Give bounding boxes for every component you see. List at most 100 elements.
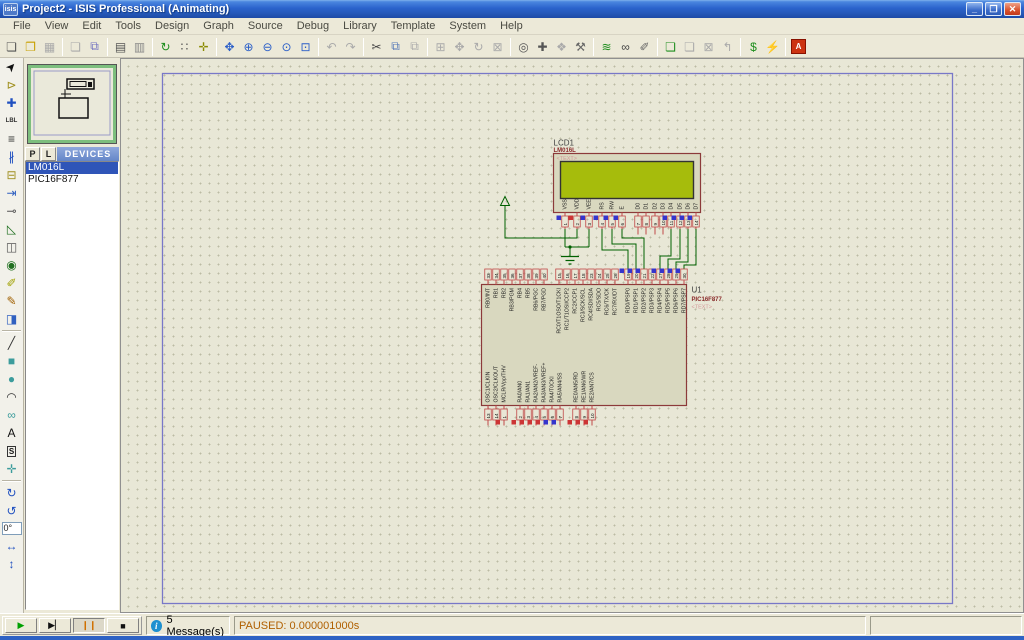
subcircuit-mode-button[interactable]: ⊟ (1, 166, 23, 184)
lcd-pin-D2[interactable]: D29 (652, 203, 659, 235)
wire[interactable] (612, 229, 636, 269)
2d-symbol-mode-button[interactable]: S (1, 442, 23, 460)
wire[interactable] (684, 229, 696, 269)
mcu-pin-RC7/RX/DT[interactable]: 26RC7/RX/DT (612, 269, 619, 315)
terminals-mode-button[interactable]: ⇥ (1, 184, 23, 202)
device-item-lm016l[interactable]: LM016L (26, 162, 118, 174)
mcu-pin-RC5/SDO[interactable]: 24RC5/SDO (596, 269, 603, 311)
cut-button[interactable]: ✂ (367, 37, 386, 56)
pick-parts-button[interactable]: ◎ (514, 37, 533, 56)
menu-edit[interactable]: Edit (75, 19, 108, 33)
zoom-area-button[interactable]: ⊡ (296, 37, 315, 56)
mcu-pin-OSC2/CLKOUT[interactable]: OSC2/CLKOUT14 (493, 365, 500, 425)
close-button[interactable]: ✕ (1004, 2, 1021, 16)
mcu-pin-RB1[interactable]: 34RB1 (493, 269, 500, 298)
2d-marker-mode-button[interactable]: ✛ (1, 460, 23, 478)
wire-autorouter-button[interactable]: ≋ (597, 37, 616, 56)
junction-dot-mode-button[interactable]: ✚ (1, 94, 23, 112)
menu-source[interactable]: Source (241, 19, 290, 33)
buses-mode-button[interactable]: ∦ (1, 148, 23, 166)
make-device-button[interactable]: ✚ (533, 37, 552, 56)
device-pins-mode-button[interactable]: ⊸ (1, 202, 23, 220)
pan-button[interactable]: ✥ (220, 37, 239, 56)
rotate-anticlockwise-button[interactable]: ↺ (1, 502, 23, 520)
text-script-mode-button[interactable]: ≡ (1, 130, 23, 148)
menu-debug[interactable]: Debug (290, 19, 336, 33)
mcu-pin-RB2[interactable]: 35RB2 (501, 269, 508, 298)
mark-print-region-button[interactable]: ▥ (130, 37, 149, 56)
simulate-stop-button[interactable]: ■ (107, 618, 139, 633)
mcu-pin-RB6/PGC[interactable]: 39RB6/PGC (533, 269, 540, 311)
mcu-component[interactable]: U1PIC16F877<TEXT>33RB0/INT34RB135RB236RB… (482, 269, 723, 426)
library-button[interactable]: L (41, 147, 56, 161)
menu-view[interactable]: View (38, 19, 76, 33)
2d-arc-mode-button[interactable]: ◠ (1, 388, 23, 406)
menu-library[interactable]: Library (336, 19, 384, 33)
mcu-pin-RB0/INT[interactable]: 33RB0/INT (485, 269, 492, 308)
2d-circle-mode-button[interactable]: ● (1, 370, 23, 388)
open-design-button[interactable]: ❐ (21, 37, 40, 56)
property-assignment-button[interactable]: ✐ (635, 37, 654, 56)
minimize-button[interactable]: _ (966, 2, 983, 16)
power-terminal[interactable] (501, 197, 510, 212)
design-explorer-button[interactable]: ❏ (661, 37, 680, 56)
mcu-pin-OSC1/CLKIN[interactable]: OSC1/CLKIN13 (485, 371, 492, 425)
2d-box-mode-button[interactable]: ■ (1, 352, 23, 370)
print-button[interactable]: ▤ (111, 37, 130, 56)
2d-line-mode-button[interactable]: ╱ (1, 334, 23, 352)
restore-button[interactable]: ❐ (985, 2, 1002, 16)
pick-devices-button[interactable]: P (25, 147, 40, 161)
menu-graph[interactable]: Graph (196, 19, 241, 33)
mcu-pin-RC1/T1OSI/CCP2[interactable]: 16RC1/T1OSI/CCP2 (564, 269, 571, 330)
menu-tools[interactable]: Tools (108, 19, 148, 33)
simulate-pause-button[interactable]: ❙❙ (73, 618, 105, 633)
copy-button[interactable]: ⧉ (386, 37, 405, 56)
selection-mode-button[interactable]: ➤ (1, 58, 23, 76)
rotation-angle-field[interactable]: 0° (2, 522, 22, 535)
mcu-pin-RC4/SDI/SDA[interactable]: 23RC4/SDI/SDA (588, 269, 595, 321)
device-item-pic16f877[interactable]: PIC16F877 (26, 174, 118, 186)
overview-window[interactable] (27, 64, 117, 144)
menu-help[interactable]: Help (493, 19, 530, 33)
search-tag-button[interactable]: ∞ (616, 37, 635, 56)
redraw-button[interactable]: ↻ (156, 37, 175, 56)
message-panel[interactable]: i 5 Message(s) (146, 616, 230, 635)
menu-template[interactable]: Template (384, 19, 443, 33)
virtual-instruments-mode-button[interactable]: ◨ (1, 310, 23, 328)
simulate-play-button[interactable]: ▶ (5, 618, 37, 633)
rotate-clockwise-button[interactable]: ↻ (1, 484, 23, 502)
schematic-canvas[interactable]: LCD1LM016L<TEXT>VSS1VDD2VEE3RS4RW5E6D07D… (120, 58, 1024, 613)
bill-of-materials-button[interactable]: $ (744, 37, 763, 56)
mirror-horizontal-button[interactable]: ↔ (1, 537, 23, 555)
mirror-vertical-button[interactable]: ↕ (1, 555, 23, 573)
new-design-button[interactable]: ❏ (2, 37, 21, 56)
simulate-step-button[interactable]: ▶▏ (39, 618, 71, 633)
zoom-out-button[interactable]: ⊖ (258, 37, 277, 56)
menu-file[interactable]: File (6, 19, 38, 33)
decompose-button[interactable]: ⚒ (571, 37, 590, 56)
2d-path-mode-button[interactable]: ∞ (1, 406, 23, 424)
mcu-pin-RC0/T1OSO/T1CKI[interactable]: 15RC0/T1OSO/T1CKI (556, 269, 563, 334)
graph-mode-button[interactable]: ◺ (1, 220, 23, 238)
mcu-pin-RB4[interactable]: 37RB4 (517, 269, 524, 298)
zoom-all-button[interactable]: ⊙ (277, 37, 296, 56)
electrical-rule-check-button[interactable]: ⚡ (763, 37, 782, 56)
export-section-button[interactable]: ⧉ (85, 37, 104, 56)
mcu-pin-RB5[interactable]: 38RB5 (525, 269, 532, 298)
mcu-pin-RB7/PGD[interactable]: 40RB7/PGD (541, 269, 548, 311)
component-mode-button[interactable]: ⊳ (1, 76, 23, 94)
origin-button[interactable]: ✛ (194, 37, 213, 56)
zoom-in-button[interactable]: ⊕ (239, 37, 258, 56)
device-list[interactable]: LM016LPIC16F877 (25, 161, 119, 610)
current-probe-mode-button[interactable]: ✎ (1, 292, 23, 310)
mcu-pin-RC2/CCP1[interactable]: 17RC2/CCP1 (572, 269, 579, 314)
netlist-to-ares-button[interactable]: A (789, 37, 808, 56)
wire[interactable] (660, 229, 671, 269)
generator-mode-button[interactable]: ◉ (1, 256, 23, 274)
menu-design[interactable]: Design (148, 19, 196, 33)
wire-label-mode-button[interactable]: LBL (1, 112, 23, 130)
2d-text-mode-button[interactable]: A (1, 424, 23, 442)
toggle-grid-button[interactable]: ∷ (175, 37, 194, 56)
mcu-pin-RC3/SCK/SCL[interactable]: 18RC3/SCK/SCL (580, 269, 587, 322)
wire[interactable] (676, 229, 688, 269)
